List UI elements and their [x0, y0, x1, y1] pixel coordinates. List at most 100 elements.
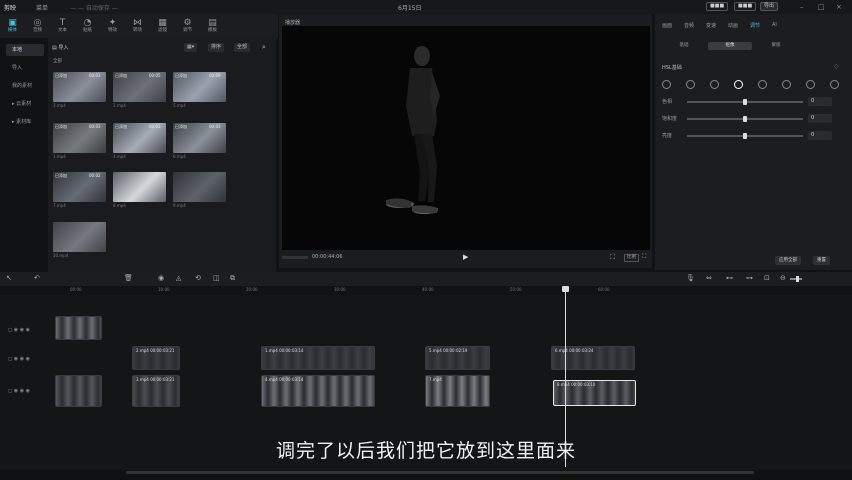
sidebar-item[interactable]: ▸ 素材库 — [6, 116, 44, 128]
timeline-clip[interactable] — [55, 375, 102, 407]
playhead-handle[interactable] — [562, 286, 569, 292]
prop-tab[interactable]: AI — [772, 22, 777, 28]
timeline-clip[interactable]: 5.mp4 00:00:02:19 — [425, 346, 490, 370]
slider-value[interactable]: 0 — [808, 97, 832, 106]
prop-tab[interactable]: 画面 — [662, 22, 672, 29]
toolbar-模板[interactable]: ▤ 模板 — [200, 14, 225, 38]
prop-tab[interactable]: 音频 — [684, 22, 694, 29]
sidebar-item[interactable]: ▸ 云素材 — [6, 98, 44, 110]
apply-all-button[interactable]: 应用全部 — [775, 256, 801, 265]
marker-icon[interactable]: ◬ — [176, 274, 181, 282]
sub-tab[interactable]: 蒙版 — [754, 42, 798, 50]
search-icon[interactable]: ⌕ — [262, 43, 266, 52]
filter-button[interactable]: 全部 — [234, 43, 251, 52]
toolbar-媒体[interactable]: ▣ 媒体 — [0, 14, 25, 38]
crop-icon[interactable]: ⛶ — [610, 253, 615, 262]
layout-button[interactable]: ■■■ — [734, 2, 757, 11]
media-thumbnail[interactable] — [173, 172, 226, 202]
player-timecode: 00:00:44:06 — [312, 254, 343, 260]
record-icon[interactable]: ◉ — [158, 274, 164, 282]
preview-axis-icon[interactable]: ⊶ — [746, 274, 753, 282]
loop-icon[interactable]: ⟲ — [195, 274, 201, 282]
media-thumbnail[interactable]: 已添加 00:03 — [53, 123, 106, 153]
media-thumbnail[interactable]: 已添加 00:03 — [173, 123, 226, 153]
toolbar-特效[interactable]: ✦ 特效 — [100, 14, 125, 38]
media-thumbnail[interactable]: 已添加 00:05 — [113, 72, 166, 102]
delete-icon[interactable]: 🗑 — [124, 274, 133, 282]
link-icon[interactable]: ⇔ — [706, 274, 712, 282]
duration-label: 00:03 — [89, 73, 101, 78]
hsl-color-swatch[interactable] — [662, 80, 671, 89]
media-thumbnail[interactable] — [113, 172, 166, 202]
view-toggle[interactable]: ▦▾ — [184, 43, 198, 52]
hsl-color-swatch[interactable] — [734, 80, 743, 89]
track-controls[interactable]: ◻ ◉ ◉ ◉ — [8, 327, 30, 333]
media-thumbnail[interactable] — [53, 222, 106, 252]
media-thumbnail[interactable]: 已添加 00:02 — [53, 172, 106, 202]
media-thumbnail[interactable]: 已添加 00:03 — [113, 123, 166, 153]
hsl-color-swatch[interactable] — [806, 80, 815, 89]
undo-icon[interactable]: ↶ — [34, 274, 40, 282]
sidebar-item[interactable]: 我的素材 — [6, 80, 44, 92]
sub-tab[interactable]: 基础 — [662, 42, 706, 50]
reset-button[interactable]: 重置 — [813, 256, 830, 265]
reset-icon[interactable]: ◇ — [834, 63, 839, 70]
cursor-icon[interactable]: ↖ — [6, 274, 12, 282]
track-controls[interactable]: ◻ ◉ ◉ ◉ — [8, 388, 30, 394]
slider-knob[interactable] — [743, 133, 747, 139]
prop-tab[interactable]: 动画 — [728, 22, 738, 29]
fit-icon[interactable]: ⊡ — [764, 274, 770, 282]
timeline-clip[interactable] — [55, 316, 102, 340]
timeline-scrollbar[interactable] — [126, 471, 754, 474]
close-icon[interactable]: × — [836, 3, 842, 11]
toolbar-滤镜[interactable]: ▦ 滤镜 — [150, 14, 175, 38]
toolbar-转场[interactable]: ⋈ 转场 — [125, 14, 150, 38]
prop-tab[interactable]: 调节 — [750, 22, 760, 29]
hsl-color-swatch[interactable] — [830, 80, 839, 89]
hsl-color-swatch[interactable] — [782, 80, 791, 89]
zoom-out-icon[interactable]: ⊖ — [780, 274, 786, 282]
sort-button[interactable]: 排序 — [208, 43, 225, 52]
shortcut-button[interactable]: ■■■ — [706, 2, 729, 11]
menu-button[interactable]: 菜单 — [36, 3, 48, 12]
timeline-clip[interactable]: 1.mp4 00:00:03:14 — [261, 346, 375, 370]
slider-knob[interactable] — [743, 116, 747, 122]
timeline-clip[interactable]: 4.mp4 00:00:03:14 — [261, 375, 375, 407]
timeline-clip[interactable]: 6.mp4 00:00:03:24 — [551, 346, 635, 370]
slider-value[interactable]: 0 — [808, 114, 832, 123]
media-thumbnail[interactable]: 已添加 00:03 — [53, 72, 106, 102]
prop-tab[interactable]: 变速 — [706, 22, 716, 29]
track-controls[interactable]: ◻ ◉ ◉ ◉ — [8, 356, 30, 362]
fullscreen-icon[interactable]: ⛶ — [642, 253, 646, 261]
toolbar-文本[interactable]: T 文本 — [50, 14, 75, 38]
slider-value[interactable]: 0 — [808, 131, 832, 140]
snap-icon[interactable]: ⊷ — [726, 274, 733, 282]
timeline-clip[interactable]: 3.mp4 00:00:03:21 — [132, 375, 180, 407]
hsl-color-swatch[interactable] — [758, 80, 767, 89]
zoom-knob[interactable] — [796, 276, 799, 282]
toolbar-音频[interactable]: ◎ 音频 — [25, 14, 50, 38]
crop-tool-icon[interactable]: ⧉ — [230, 274, 235, 283]
export-button[interactable]: 导出 — [760, 2, 779, 11]
split-icon[interactable]: ◫ — [213, 274, 220, 282]
toolbar-调节[interactable]: ⚙ 调节 — [175, 14, 200, 38]
minimize-icon[interactable]: – — [800, 3, 804, 11]
sidebar-item[interactable]: 本地 — [6, 44, 44, 56]
player-title: 播放器 — [285, 20, 301, 26]
timeline-clip[interactable]: 7.mp4 — [425, 375, 490, 407]
hsl-color-swatch[interactable] — [686, 80, 695, 89]
microphone-icon[interactable]: 🎙 — [686, 274, 695, 282]
sidebar-item[interactable]: 导入 — [6, 62, 44, 74]
hsl-color-swatch[interactable] — [710, 80, 719, 89]
import-button[interactable]: ▤ 导入 — [52, 44, 68, 51]
slider-knob[interactable] — [743, 99, 747, 105]
play-icon[interactable]: ▶ — [463, 253, 468, 261]
ratio-button[interactable]: 比例 — [624, 254, 639, 262]
toolbar-贴纸[interactable]: ◔ 贴纸 — [75, 14, 100, 38]
player-progress[interactable] — [282, 256, 308, 259]
maximize-icon[interactable]: □ — [818, 3, 825, 11]
added-badge: 已添加 — [115, 73, 127, 78]
media-thumbnail[interactable]: 已添加 00:09 — [173, 72, 226, 102]
timeline-clip[interactable]: 2.mp4 00:00:03:21 — [132, 346, 180, 370]
sub-tab[interactable]: 抠像 — [708, 42, 752, 50]
